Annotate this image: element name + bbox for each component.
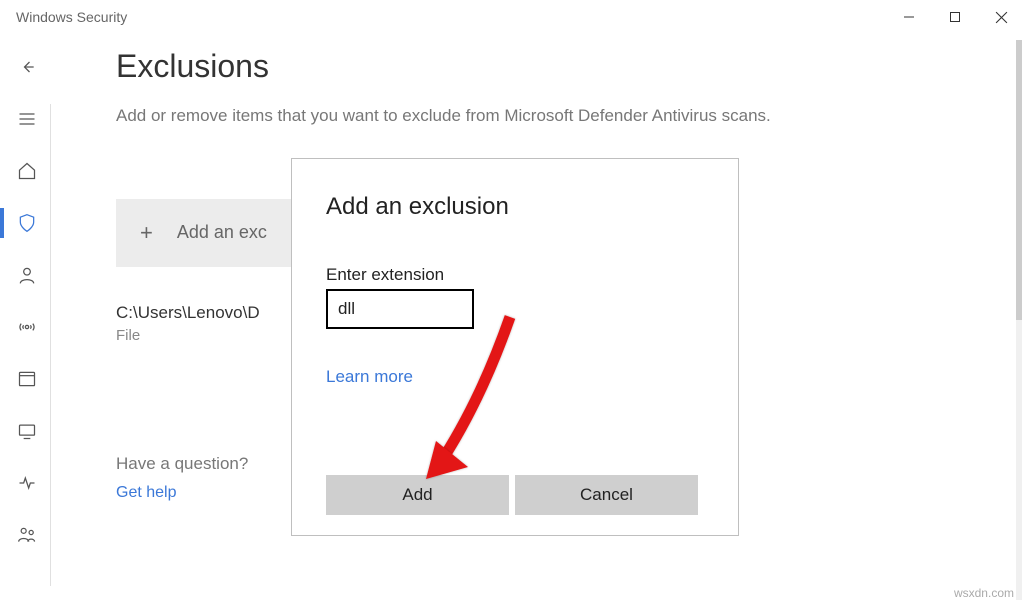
page-title: Exclusions (116, 48, 1024, 85)
close-button[interactable] (978, 0, 1024, 34)
cancel-button[interactable]: Cancel (515, 475, 698, 515)
extension-field-label: Enter extension (326, 265, 704, 285)
add-exclusion-dialog: Add an exclusion Enter extension Learn m… (291, 158, 739, 536)
sidebar (0, 34, 54, 606)
home-icon[interactable] (16, 160, 38, 182)
page-description: Add or remove items that you want to exc… (116, 103, 876, 129)
dialog-title: Add an exclusion (326, 193, 704, 221)
extension-input[interactable] (326, 289, 474, 329)
add-button[interactable]: Add (326, 475, 509, 515)
app-browser-icon[interactable] (16, 368, 38, 390)
shield-icon[interactable] (16, 212, 38, 234)
scrollbar[interactable] (1016, 40, 1022, 600)
menu-icon[interactable] (16, 108, 38, 130)
family-icon[interactable] (16, 524, 38, 546)
firewall-icon[interactable] (16, 316, 38, 338)
sidebar-divider (50, 104, 51, 586)
minimize-button[interactable] (886, 0, 932, 34)
titlebar: Windows Security (0, 0, 1024, 34)
add-exclusion-label: Add an exc (177, 222, 267, 243)
window-controls (886, 0, 1024, 34)
watermark: wsxdn.com (954, 586, 1014, 600)
performance-icon[interactable] (16, 472, 38, 494)
get-help-link[interactable]: Get help (116, 484, 176, 501)
account-icon[interactable] (16, 264, 38, 286)
plus-icon: + (140, 220, 153, 246)
scrollbar-thumb[interactable] (1016, 40, 1022, 320)
learn-more-link[interactable]: Learn more (326, 367, 413, 387)
maximize-button[interactable] (932, 0, 978, 34)
device-icon[interactable] (16, 420, 38, 442)
back-icon[interactable] (16, 56, 38, 78)
window-title: Windows Security (16, 9, 886, 25)
